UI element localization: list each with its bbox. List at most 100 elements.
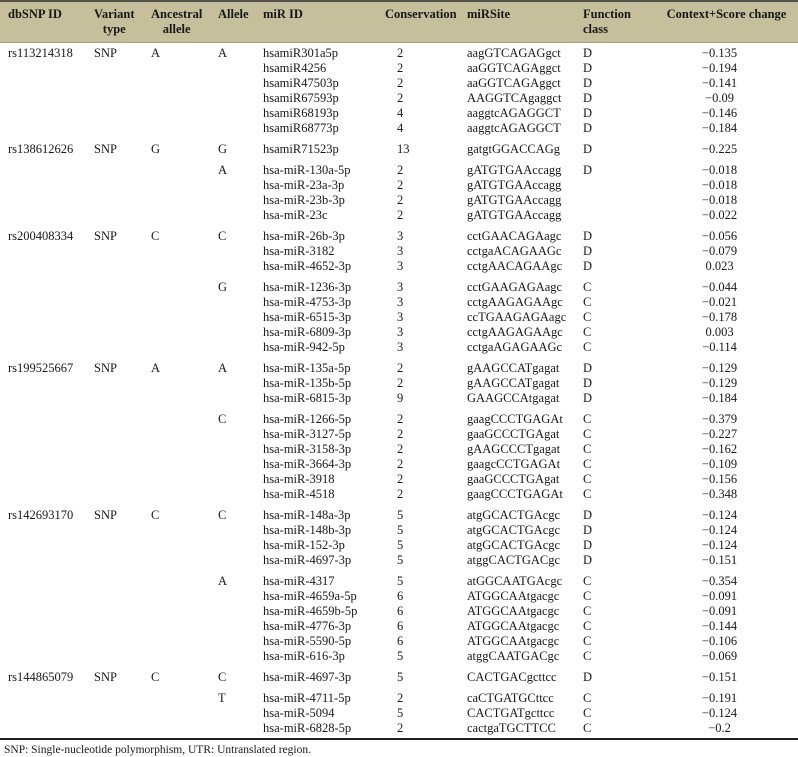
variant-type-cell: SNP xyxy=(92,136,148,157)
variant-type-cell xyxy=(92,427,148,442)
mirsite-cell: aaggtcAGAGGCT xyxy=(465,106,580,121)
table-footnote: SNP: Single-nucleotide polymorphism, UTR… xyxy=(0,738,798,757)
ancestral-allele-cell xyxy=(148,376,215,391)
ancestral-allele-cell xyxy=(148,193,215,208)
ancestral-allele-cell xyxy=(148,706,215,721)
table-row: hsa-miR-3127-5p2gaaGCCCTGAgatC−0.227 xyxy=(0,427,798,442)
conservation-cell: 3 xyxy=(382,310,465,325)
variant-type-cell xyxy=(92,604,148,619)
ancestral-allele-cell xyxy=(148,442,215,457)
conservation-cell: 2 xyxy=(382,178,465,193)
variant-type-cell xyxy=(92,340,148,355)
ancestral-allele-cell: C xyxy=(148,223,215,244)
score-cell: −0.184 xyxy=(655,121,798,136)
allele-cell: A xyxy=(215,157,262,178)
table-row: hsa-miR-135b-5p2gAAGCCATgagatD−0.129 xyxy=(0,376,798,391)
mirsite-cell: atggCACTGACgc xyxy=(465,553,580,568)
mir-id-cell: hsa-miR-4659a-5p xyxy=(262,589,382,604)
snp-id-cell: rs199525667 xyxy=(0,355,92,376)
function-class-cell: C xyxy=(580,604,655,619)
conservation-cell: 2 xyxy=(382,157,465,178)
allele-cell xyxy=(215,553,262,568)
table-row: hsa-miR-4659a-5p6ATGGCAAtgacgcC−0.091 xyxy=(0,589,798,604)
column-header-ancestral-allele: Ancestral allele xyxy=(148,1,215,43)
mirsite-cell: aagGTCAGAGgct xyxy=(465,43,580,62)
allele-cell xyxy=(215,604,262,619)
mir-id-cell: hsa-miR-616-3p xyxy=(262,649,382,664)
ancestral-allele-cell xyxy=(148,604,215,619)
ancestral-allele-cell xyxy=(148,340,215,355)
variant-type-cell xyxy=(92,91,148,106)
mir-id-cell: hsa-miR-4711-5p xyxy=(262,685,382,706)
table-row: rs200408334SNPCChsa-miR-26b-3p3cctGAACAG… xyxy=(0,223,798,244)
mirsite-cell: cctgaACAGAAGc xyxy=(465,244,580,259)
ancestral-allele-cell xyxy=(148,274,215,295)
snp-id-cell xyxy=(0,619,92,634)
function-class-cell: C xyxy=(580,427,655,442)
mirsite-cell: ATGGCAAtgacgc xyxy=(465,589,580,604)
function-class-cell: D xyxy=(580,223,655,244)
table-row: hsa-miR-148b-3p5atgGCACTGAcgcD−0.124 xyxy=(0,523,798,538)
conservation-cell: 2 xyxy=(382,472,465,487)
mir-id-cell: hsa-miR-1236-3p xyxy=(262,274,382,295)
table-row: rs199525667SNPAAhsa-miR-135a-5p2gAAGCCAT… xyxy=(0,355,798,376)
conservation-cell: 5 xyxy=(382,502,465,523)
score-cell: −0.184 xyxy=(655,391,798,406)
snp-id-cell: rs113214318 xyxy=(0,43,92,62)
allele-cell xyxy=(215,472,262,487)
snp-id-cell: rs144865079 xyxy=(0,664,92,685)
conservation-cell: 2 xyxy=(382,208,465,223)
table-row: hsa-miR-152-3p5atgGCACTGAcgcD−0.124 xyxy=(0,538,798,553)
ancestral-allele-cell xyxy=(148,310,215,325)
function-class-cell: D xyxy=(580,91,655,106)
ancestral-allele-cell xyxy=(148,61,215,76)
score-cell: −0.091 xyxy=(655,589,798,604)
score-cell: 0.003 xyxy=(655,325,798,340)
allele-cell xyxy=(215,325,262,340)
mir-id-cell: hsa-miR-3182 xyxy=(262,244,382,259)
allele-cell xyxy=(215,634,262,649)
table-row: Ahsa-miR-43175atGGCAATGAcgcC−0.354 xyxy=(0,568,798,589)
variant-type-cell xyxy=(92,568,148,589)
allele-cell: A xyxy=(215,568,262,589)
table-row: Ahsa-miR-130a-5p2gATGTGAAccaggD−0.018 xyxy=(0,157,798,178)
score-cell: −0.2 xyxy=(655,721,798,736)
variant-type-cell xyxy=(92,706,148,721)
table-body: rs113214318SNPAAhsamiR301a5p2aagGTCAGAGg… xyxy=(0,43,798,737)
function-class-cell: C xyxy=(580,649,655,664)
allele-cell: G xyxy=(215,274,262,295)
allele-cell xyxy=(215,589,262,604)
snp-id-cell xyxy=(0,472,92,487)
variant-type-cell xyxy=(92,523,148,538)
function-class-cell: D xyxy=(580,553,655,568)
allele-cell xyxy=(215,295,262,310)
conservation-cell: 5 xyxy=(382,568,465,589)
conservation-cell: 2 xyxy=(382,685,465,706)
snp-id-cell xyxy=(0,487,92,502)
function-class-cell: C xyxy=(580,706,655,721)
column-header-mir-id: miR ID xyxy=(262,1,382,43)
conservation-cell: 5 xyxy=(382,706,465,721)
table-row: hsa-miR-6809-3p3cctgAAGAGAAgcC0.003 xyxy=(0,325,798,340)
function-class-cell: D xyxy=(580,355,655,376)
snp-id-cell xyxy=(0,568,92,589)
score-cell: −0.354 xyxy=(655,568,798,589)
score-cell: −0.379 xyxy=(655,406,798,427)
allele-cell xyxy=(215,61,262,76)
allele-cell: T xyxy=(215,685,262,706)
conservation-cell: 4 xyxy=(382,121,465,136)
ancestral-allele-cell xyxy=(148,634,215,649)
mirsite-cell: CACTGATgcttcc xyxy=(465,706,580,721)
function-class-cell: C xyxy=(580,340,655,355)
function-class-cell: C xyxy=(580,325,655,340)
allele-cell xyxy=(215,457,262,472)
function-class-cell: C xyxy=(580,406,655,427)
mir-id-cell: hsa-miR-148b-3p xyxy=(262,523,382,538)
score-cell: −0.135 xyxy=(655,43,798,62)
variant-type-cell xyxy=(92,157,148,178)
mir-id-cell: hsamiR68193p xyxy=(262,106,382,121)
snp-id-cell xyxy=(0,244,92,259)
ancestral-allele-cell: A xyxy=(148,355,215,376)
column-header-variant-type: Variant type xyxy=(92,1,148,43)
conservation-cell: 6 xyxy=(382,589,465,604)
